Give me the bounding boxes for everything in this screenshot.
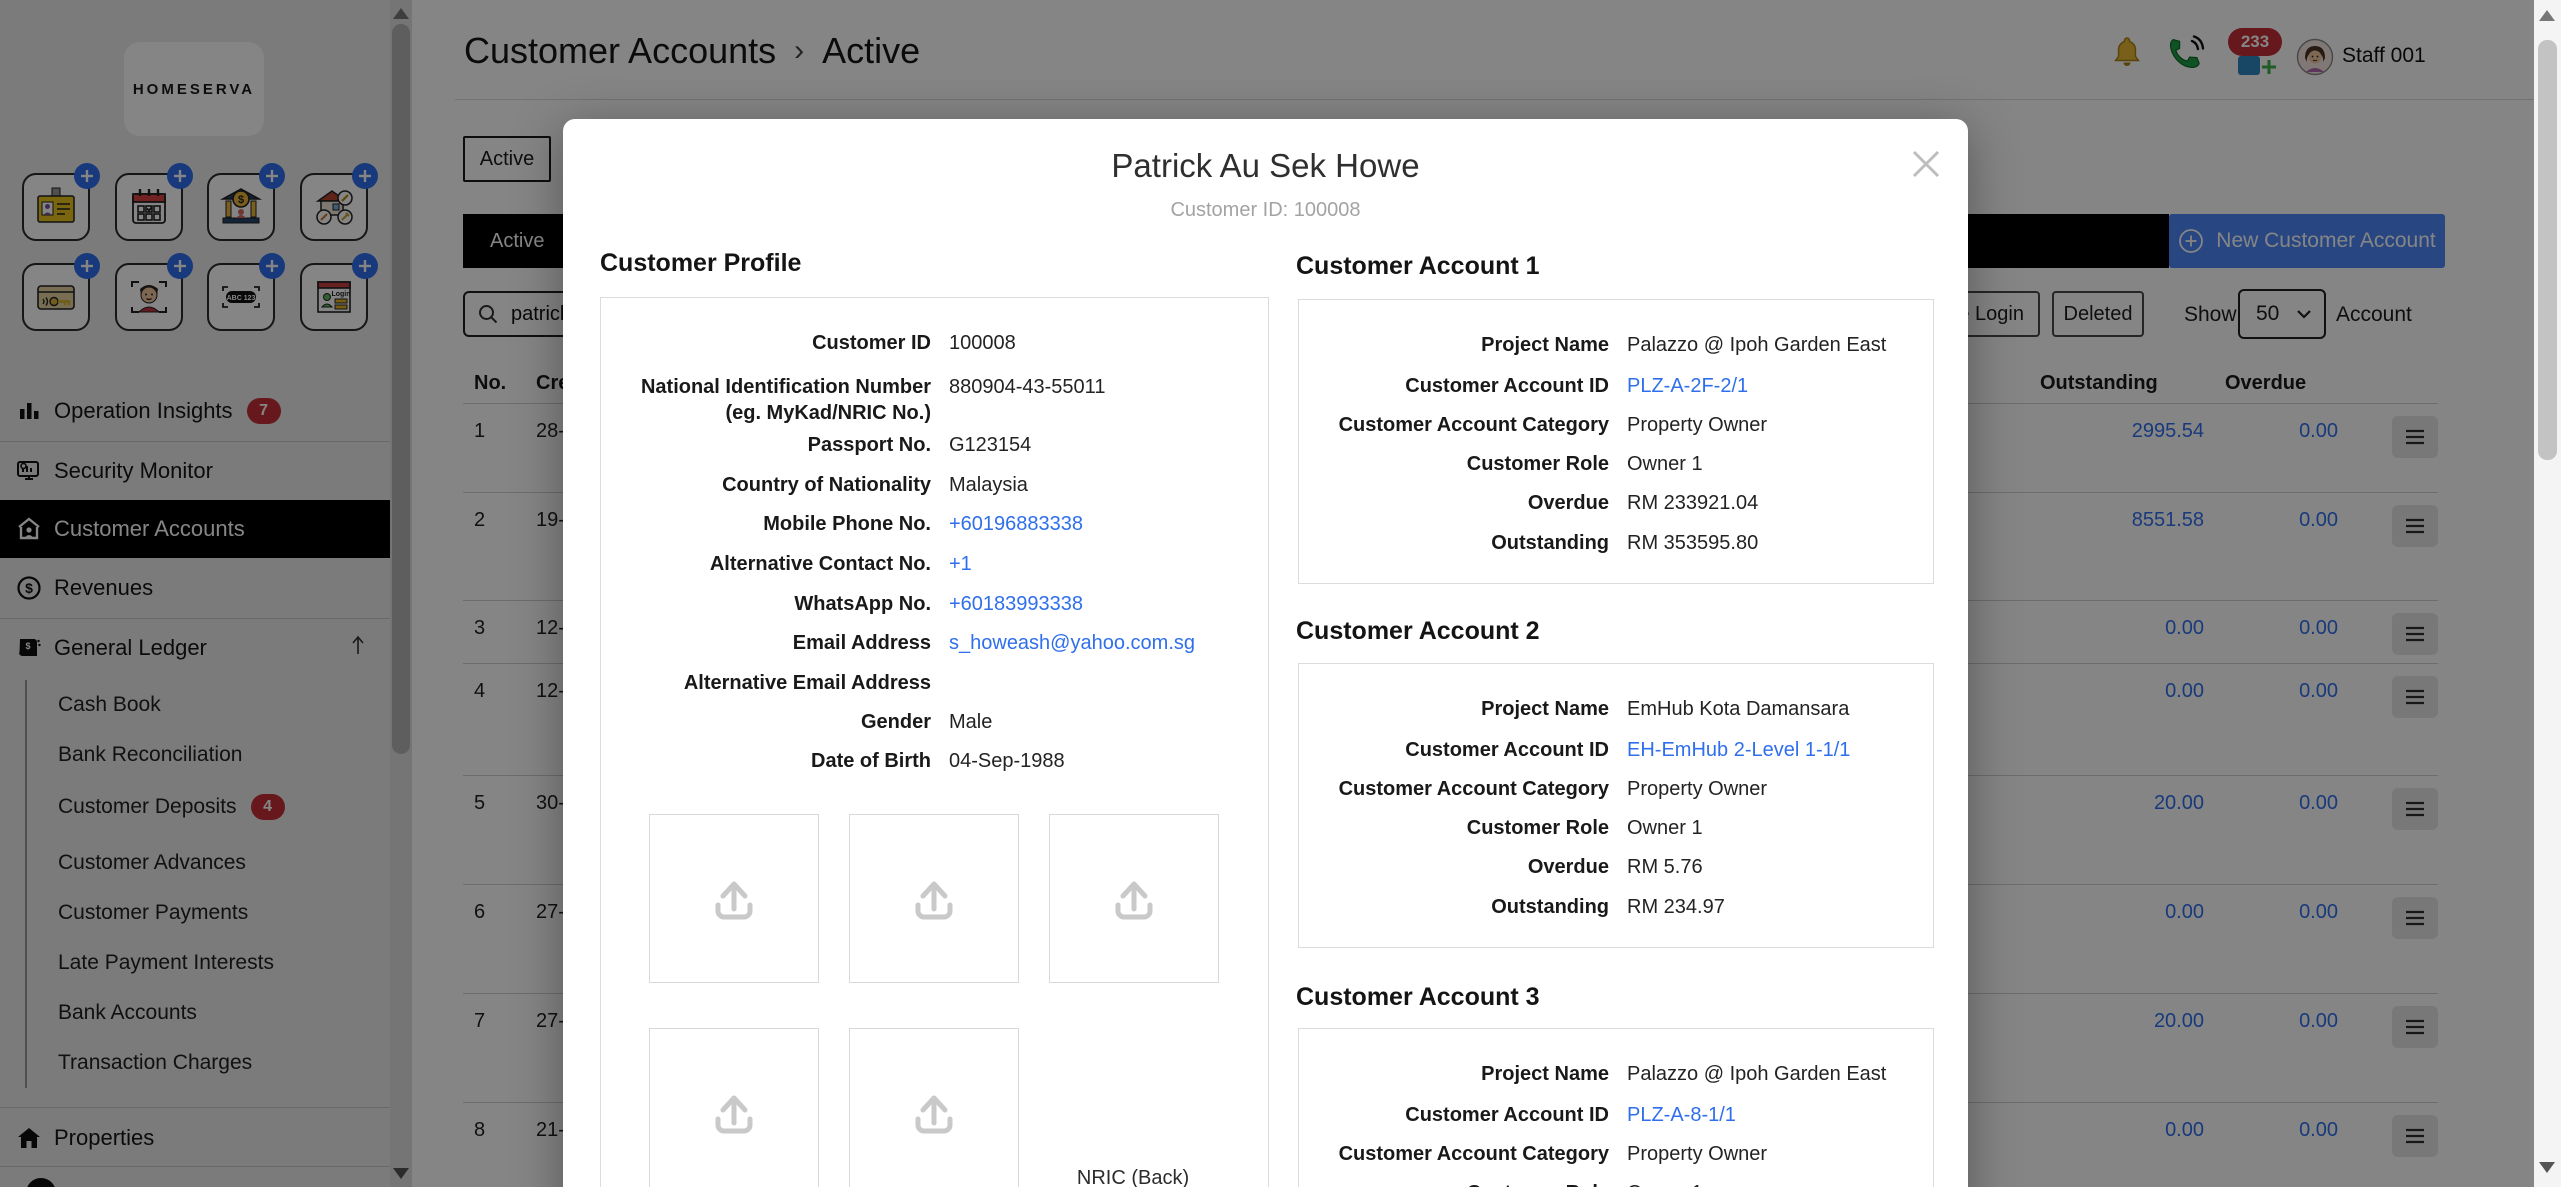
account-1-panel: Project NamePalazzo @ Ipoh Garden East C… [1298, 299, 1934, 584]
field-row: Email Addresss_howeash@yahoo.com.sg [601, 630, 1261, 656]
field-row: Customer RoleOwner 1 [1299, 451, 1927, 477]
account-id-link[interactable]: PLZ-A-2F-2/1 [1627, 373, 1748, 399]
field-row: Alternative Email Address [601, 670, 1261, 696]
field-row: Customer Account CategoryProperty Owner [1299, 776, 1927, 802]
field-row: OutstandingRM 353595.80 [1299, 530, 1927, 556]
field-row: Customer RoleOwner 1 [1299, 1180, 1927, 1187]
app-window: HOMESERVA $ ABC 123 [0, 0, 2561, 1187]
field-row: OutstandingRM 234.97 [1299, 894, 1927, 920]
field-row: Customer Account CategoryProperty Owner [1299, 1141, 1927, 1167]
field-row: Project NamePalazzo @ Ipoh Garden East [1299, 1061, 1927, 1087]
email-link[interactable]: s_howeash@yahoo.com.sg [949, 630, 1195, 656]
modal-subtitle: Customer ID: 100008 [563, 199, 1968, 222]
field-row: Passport No.G123154 [601, 432, 1261, 458]
field-row: National Identification Number (eg. MyKa… [601, 374, 1261, 426]
upload-label: NRIC (Back) [1049, 1167, 1217, 1187]
field-row: Customer Account IDPLZ-A-8-1/1 [1299, 1102, 1927, 1128]
page-scrollbar[interactable] [2534, 0, 2561, 1187]
modal-title: Patrick Au Sek Howe [563, 147, 1968, 185]
customer-detail-modal: Patrick Au Sek Howe Customer ID: 100008 … [563, 119, 1968, 1187]
upload-icon [904, 1083, 964, 1143]
account-3-heading: Customer Account 3 [1296, 983, 1540, 1012]
field-row: Country of NationalityMalaysia [601, 472, 1261, 498]
profile-panel: Customer ID100008 National Identificatio… [600, 297, 1269, 1187]
field-row: Customer ID100008 [601, 330, 1261, 356]
upload-icon [704, 869, 764, 929]
account-2-heading: Customer Account 2 [1296, 617, 1540, 646]
scroll-up-icon[interactable] [2539, 10, 2555, 21]
account-3-panel: Project NamePalazzo @ Ipoh Garden East C… [1298, 1028, 1934, 1187]
page-scrollbar-thumb[interactable] [2538, 40, 2557, 460]
upload-extra-2[interactable] [849, 1028, 1019, 1187]
whatsapp-link[interactable]: +60183993338 [949, 591, 1083, 617]
upload-icon [704, 1083, 764, 1143]
field-row: OverdueRM 233921.04 [1299, 490, 1927, 516]
upload-nric-back[interactable] [1049, 814, 1219, 983]
upload-extra-1[interactable] [649, 1028, 819, 1187]
field-row: Customer RoleOwner 1 [1299, 815, 1927, 841]
field-row: Customer Account IDPLZ-A-2F-2/1 [1299, 373, 1927, 399]
phone-link[interactable]: +60196883338 [949, 511, 1083, 537]
field-row: Project NameEmHub Kota Damansara [1299, 696, 1927, 722]
close-icon[interactable] [1906, 144, 1946, 184]
scroll-down-icon[interactable] [2539, 1162, 2555, 1173]
account-id-link[interactable]: PLZ-A-8-1/1 [1627, 1102, 1736, 1128]
upload-profile-picture[interactable] [649, 814, 819, 983]
field-row: Mobile Phone No.+60196883338 [601, 511, 1261, 537]
upload-nric-front[interactable] [849, 814, 1019, 983]
phone-link[interactable]: +1 [949, 551, 972, 577]
field-row: Customer Account CategoryProperty Owner [1299, 412, 1927, 438]
account-id-link[interactable]: EH-EmHub 2-Level 1-1/1 [1627, 737, 1850, 763]
profile-section-heading: Customer Profile [600, 249, 801, 278]
field-row: Alternative Contact No.+1 [601, 551, 1261, 577]
account-1-heading: Customer Account 1 [1296, 252, 1540, 281]
field-row: WhatsApp No.+60183993338 [601, 591, 1261, 617]
upload-icon [904, 869, 964, 929]
field-row: OverdueRM 5.76 [1299, 854, 1927, 880]
field-row: Project NamePalazzo @ Ipoh Garden East [1299, 332, 1927, 358]
field-row: GenderMale [601, 709, 1261, 735]
field-row: Customer Account IDEH-EmHub 2-Level 1-1/… [1299, 737, 1927, 763]
account-2-panel: Project NameEmHub Kota Damansara Custome… [1298, 663, 1934, 948]
field-row: Date of Birth04-Sep-1988 [601, 748, 1261, 774]
upload-icon [1104, 869, 1164, 929]
